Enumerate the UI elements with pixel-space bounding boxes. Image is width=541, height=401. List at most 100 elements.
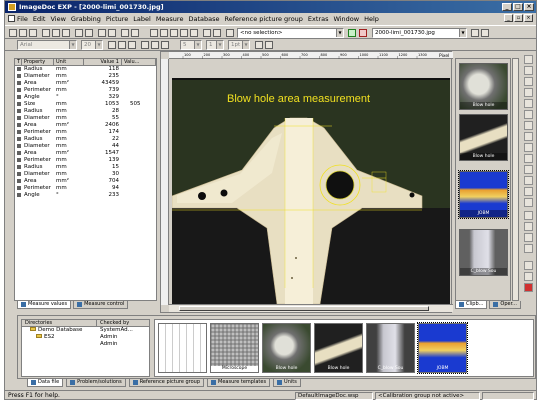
tab-measure-values[interactable]: Measure values — [17, 301, 72, 309]
arrow-tool-icon[interactable] — [524, 88, 533, 97]
property-row[interactable]: Perimeter mm 739 — [15, 87, 156, 94]
menu-database[interactable]: Database — [188, 15, 219, 23]
rect-tool-icon[interactable] — [524, 99, 533, 108]
menu-picture[interactable]: Picture — [106, 15, 128, 23]
text-tool-icon[interactable] — [524, 66, 533, 75]
area-tool-icon[interactable] — [524, 165, 533, 174]
menu-extras[interactable]: Extras — [308, 15, 329, 23]
copy-tool-icon[interactable] — [524, 272, 533, 281]
strip-thumbnail-selected[interactable]: JOBM — [417, 322, 468, 374]
curve-tool-icon[interactable] — [524, 176, 533, 185]
tab-problem-solutions[interactable]: Problem/solutions — [66, 379, 126, 387]
microscope-image[interactable]: Blow hole area measurement — [172, 78, 450, 304]
align-center-icon[interactable] — [151, 41, 159, 49]
image-list-icon[interactable] — [160, 29, 168, 37]
stroke-combo[interactable]: 1pt ▼ — [228, 40, 250, 50]
menu-help[interactable]: Help — [364, 15, 379, 23]
scale-tool-icon[interactable] — [524, 222, 533, 231]
zoom-icon[interactable] — [203, 29, 211, 37]
copy-icon[interactable] — [52, 29, 60, 37]
property-row[interactable]: Radius mm 28 — [15, 108, 156, 115]
minimize-button[interactable]: _ — [502, 3, 512, 11]
preview-icon[interactable] — [85, 29, 93, 37]
prev-image-icon[interactable] — [471, 29, 479, 37]
tab-clipboard[interactable]: Clipb... — [455, 301, 488, 309]
property-row[interactable]: Radius mm 118 — [15, 66, 156, 73]
header-type[interactable]: T — [15, 59, 22, 65]
help-icon[interactable] — [213, 29, 221, 37]
property-row[interactable]: Size mm 1053 505 — [15, 101, 156, 108]
bold-icon[interactable] — [108, 41, 116, 49]
horizontal-scrollbar[interactable] — [169, 304, 453, 312]
polygon-tool-icon[interactable] — [524, 121, 533, 130]
zoom-combo[interactable]: 5 ▼ — [180, 40, 202, 50]
open-icon[interactable] — [19, 29, 27, 37]
label-icon[interactable] — [190, 29, 198, 37]
header-unit[interactable]: Unit — [54, 59, 84, 65]
pointer-tool-icon[interactable] — [524, 55, 533, 64]
menu-view[interactable]: View — [50, 15, 65, 23]
property-row[interactable]: Diameter mm 30 — [15, 171, 156, 178]
thumbnail-item[interactable]: Blow hole — [459, 114, 508, 161]
property-row[interactable]: Perimeter mm 174 — [15, 129, 156, 136]
property-row[interactable]: Area mm² 43459 — [15, 80, 156, 87]
save-icon[interactable] — [29, 29, 37, 37]
image-icon[interactable] — [150, 29, 158, 37]
italic-icon[interactable] — [118, 41, 126, 49]
property-row[interactable]: Angle ° 233 — [15, 192, 156, 199]
camera-icon[interactable] — [108, 29, 116, 37]
tab-measure-templates[interactable]: Measure templates — [207, 379, 271, 387]
property-row[interactable]: Radius mm 22 — [15, 136, 156, 143]
menu-measure[interactable]: Measure — [156, 15, 184, 23]
circle-tool-icon[interactable] — [524, 110, 533, 119]
strip-thumbnail[interactable]: Blow hole — [314, 323, 363, 373]
property-row[interactable]: Area mm² 1547 — [15, 150, 156, 157]
strip-thumbnail[interactable]: Microscope — [210, 323, 259, 373]
line-combo[interactable]: 1 ▼ — [206, 40, 224, 50]
grid-icon[interactable] — [180, 29, 188, 37]
paste-icon[interactable] — [62, 29, 70, 37]
tab-units[interactable]: Units — [273, 379, 301, 387]
font-combo[interactable]: Arial ▼ — [17, 40, 77, 50]
underline-icon[interactable] — [128, 41, 136, 49]
selection-combo[interactable]: <no selection> ▼ — [237, 28, 344, 38]
mdi-restore-button[interactable]: ▫ — [514, 14, 523, 22]
menu-window[interactable]: Window — [333, 15, 359, 23]
property-row[interactable]: Diameter mm 235 — [15, 73, 156, 80]
strip-thumbnail[interactable] — [158, 323, 207, 373]
directory-row[interactable]: Demo Database SystemAd... — [22, 327, 149, 334]
menu-file[interactable]: File — [17, 15, 28, 23]
header-value1[interactable]: Value 1 — [84, 59, 122, 65]
strip-thumbnail[interactable]: Blow hole — [262, 323, 311, 373]
accept-icon[interactable] — [348, 29, 356, 37]
directory-row[interactable]: Admin — [22, 341, 149, 348]
database-icon[interactable] — [121, 29, 129, 37]
grid-tool-icon[interactable] — [524, 211, 533, 220]
mdi-minimize-button[interactable]: _ — [504, 14, 513, 22]
property-row[interactable]: Radius mm 15 — [15, 164, 156, 171]
font-size-combo[interactable]: 20 ▼ — [81, 40, 103, 50]
delete-tool-icon[interactable] — [524, 283, 533, 292]
grab-icon[interactable] — [98, 29, 106, 37]
angle-tool-icon[interactable] — [524, 132, 533, 141]
tab-data-file[interactable]: Data file — [27, 379, 64, 387]
line-tool-icon[interactable] — [524, 77, 533, 86]
menu-reference-picture-group[interactable]: Reference picture group — [224, 15, 302, 23]
vertical-scrollbar[interactable] — [512, 58, 519, 301]
property-row[interactable]: Area mm² 2406 — [15, 122, 156, 129]
print-icon[interactable] — [75, 29, 83, 37]
property-row[interactable]: Area mm² 704 — [15, 178, 156, 185]
file-combo[interactable]: 2000-limi_001730.jpg ▼ — [372, 28, 467, 38]
freehand-tool-icon[interactable] — [524, 198, 533, 207]
mdi-close-button[interactable]: × — [524, 14, 533, 22]
property-row[interactable]: Perimeter mm 139 — [15, 157, 156, 164]
thumbnail-item[interactable]: Blow hole — [459, 63, 508, 110]
header-directories[interactable]: Directories — [22, 320, 97, 326]
header-property[interactable]: Property — [22, 59, 54, 65]
next-image-icon[interactable] — [481, 29, 489, 37]
reject-icon[interactable] — [359, 29, 367, 37]
directory-row[interactable]: ES2 Admin — [22, 334, 149, 341]
measure-icon[interactable] — [131, 29, 139, 37]
property-row[interactable]: Diameter mm 55 — [15, 115, 156, 122]
thumbnail-item[interactable]: C_blow Sou — [459, 229, 508, 276]
